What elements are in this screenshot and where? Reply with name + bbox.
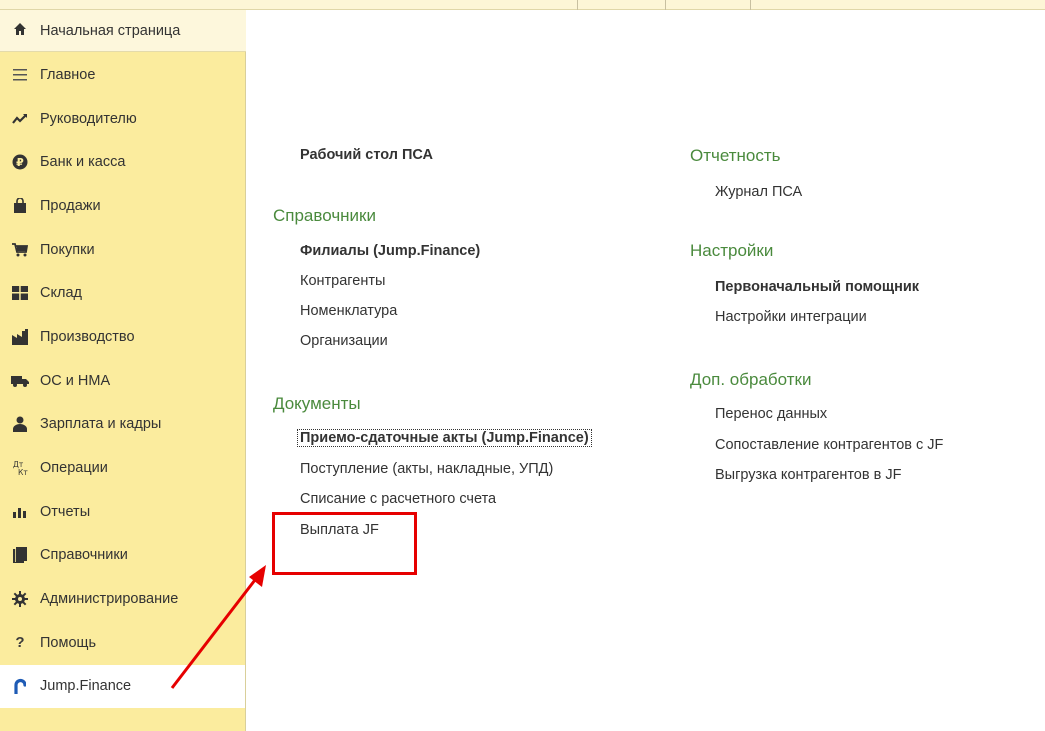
- settings-title: Настройки: [690, 241, 774, 260]
- home-icon: [0, 21, 40, 41]
- desk-link[interactable]: Рабочий стол ПСА: [300, 147, 433, 163]
- sidebar-item-jump-finance[interactable]: Jump.Finance: [0, 664, 245, 709]
- bar-chart-icon: [0, 506, 40, 518]
- sidebar-item-label: Продажи: [40, 197, 101, 214]
- bank-write-off-link[interactable]: Списание с расчетного счета: [300, 491, 496, 507]
- sidebar-item-bank[interactable]: ₽ Банк и касса: [0, 140, 245, 184]
- sidebar-item-label: Зарплата и кадры: [40, 416, 162, 433]
- sidebar-item-label: Банк и касса: [40, 154, 126, 171]
- sidebar-item-help[interactable]: ? Помощь: [0, 621, 245, 665]
- truck-icon: [0, 375, 40, 387]
- help-icon: ?: [15, 634, 25, 652]
- svg-text:Кт: Кт: [18, 468, 28, 477]
- cart-icon: [0, 242, 40, 257]
- sidebar-item-label: Справочники: [40, 547, 128, 564]
- references-title: Справочники: [273, 206, 376, 225]
- factory-icon: [0, 328, 40, 345]
- top-panel: [0, 0, 1045, 10]
- books-icon: [0, 547, 40, 564]
- branches-link[interactable]: Филиалы (Jump.Finance): [300, 243, 480, 259]
- sidebar-item-operations[interactable]: Дт Кт Операции: [0, 446, 245, 490]
- sidebar-item-label: Покупки: [40, 241, 95, 258]
- processing-title: Доп. обработки: [690, 370, 812, 389]
- sidebar-item-label: Операции: [40, 460, 108, 477]
- sidebar-item-label: Jump.Finance: [40, 678, 132, 695]
- sidebar-item-main[interactable]: Главное: [0, 53, 245, 97]
- top-panel-divider: [577, 0, 578, 10]
- debit-credit-icon: Дт Кт: [0, 459, 40, 477]
- sidebar-item-references[interactable]: Справочники: [0, 534, 245, 578]
- nomenclature-link[interactable]: Номенклатура: [300, 303, 397, 319]
- top-panel-divider: [750, 0, 751, 10]
- sidebar-item-label: Отчеты: [40, 503, 91, 520]
- shopping-bag-icon: [0, 197, 40, 214]
- svg-text:₽: ₽: [16, 156, 24, 169]
- sidebar-item-label: Главное: [40, 66, 96, 83]
- person-icon: [0, 416, 40, 433]
- reporting-title: Отчетность: [690, 146, 781, 165]
- organizations-link[interactable]: Организации: [300, 333, 388, 349]
- sidebar-item-label: Склад: [40, 285, 82, 302]
- highlight-box: [272, 512, 417, 575]
- psa-journal-link[interactable]: Журнал ПСА: [715, 184, 802, 200]
- sidebar-item-administration[interactable]: Администрирование: [0, 577, 245, 621]
- sidebar-item-production[interactable]: Производство: [0, 315, 245, 359]
- home-page-item[interactable]: Начальная страница: [0, 10, 246, 52]
- counterparties-link[interactable]: Контрагенты: [300, 273, 385, 289]
- sections-sidebar: Начальная страница Главное Руководителю …: [0, 10, 246, 731]
- home-page-label: Начальная страница: [40, 22, 181, 39]
- sidebar-item-label: Руководителю: [40, 110, 137, 127]
- sidebar-item-manager[interactable]: Руководителю: [0, 97, 245, 141]
- documents-title: Документы: [273, 394, 361, 413]
- receipts-link[interactable]: Поступление (акты, накладные, УПД): [300, 461, 553, 477]
- integration-settings-link[interactable]: Настройки интеграции: [715, 309, 867, 325]
- gear-icon: [0, 591, 40, 608]
- sections-list: Главное Руководителю ₽ Банк и касса Прод…: [0, 53, 245, 709]
- setup-assistant-link[interactable]: Первоначальный помощник: [715, 279, 919, 295]
- ruble-icon: ₽: [0, 154, 40, 170]
- sidebar-item-warehouse[interactable]: Склад: [0, 271, 245, 315]
- sidebar-item-purchases[interactable]: Покупки: [0, 228, 245, 272]
- jump-finance-icon: [0, 678, 40, 695]
- section-content: Рабочий стол ПСА Справочники Филиалы (Ju…: [247, 10, 1045, 731]
- sidebar-item-reports[interactable]: Отчеты: [0, 490, 245, 534]
- sidebar-item-label: Помощь: [40, 634, 97, 651]
- top-panel-divider: [665, 0, 666, 10]
- trend-up-icon: [0, 113, 40, 125]
- menu-lines-icon: [0, 68, 40, 81]
- sidebar-item-sales[interactable]: Продажи: [0, 184, 245, 228]
- data-transfer-link[interactable]: Перенос данных: [715, 406, 827, 422]
- sidebar-item-label: Производство: [40, 328, 135, 345]
- counterparty-matching-link[interactable]: Сопоставление контрагентов с JF: [715, 437, 943, 453]
- sidebar-item-salary[interactable]: Зарплата и кадры: [0, 403, 245, 447]
- warehouse-icon: [0, 286, 40, 301]
- sidebar-item-label: ОС и НМА: [40, 372, 111, 389]
- sidebar-item-fixed-assets[interactable]: ОС и НМА: [0, 359, 245, 403]
- sidebar-item-label: Администрирование: [40, 591, 179, 608]
- acceptance-acts-link[interactable]: Приемо-сдаточные акты (Jump.Finance): [297, 429, 592, 447]
- counterparty-export-link[interactable]: Выгрузка контрагентов в JF: [715, 467, 901, 483]
